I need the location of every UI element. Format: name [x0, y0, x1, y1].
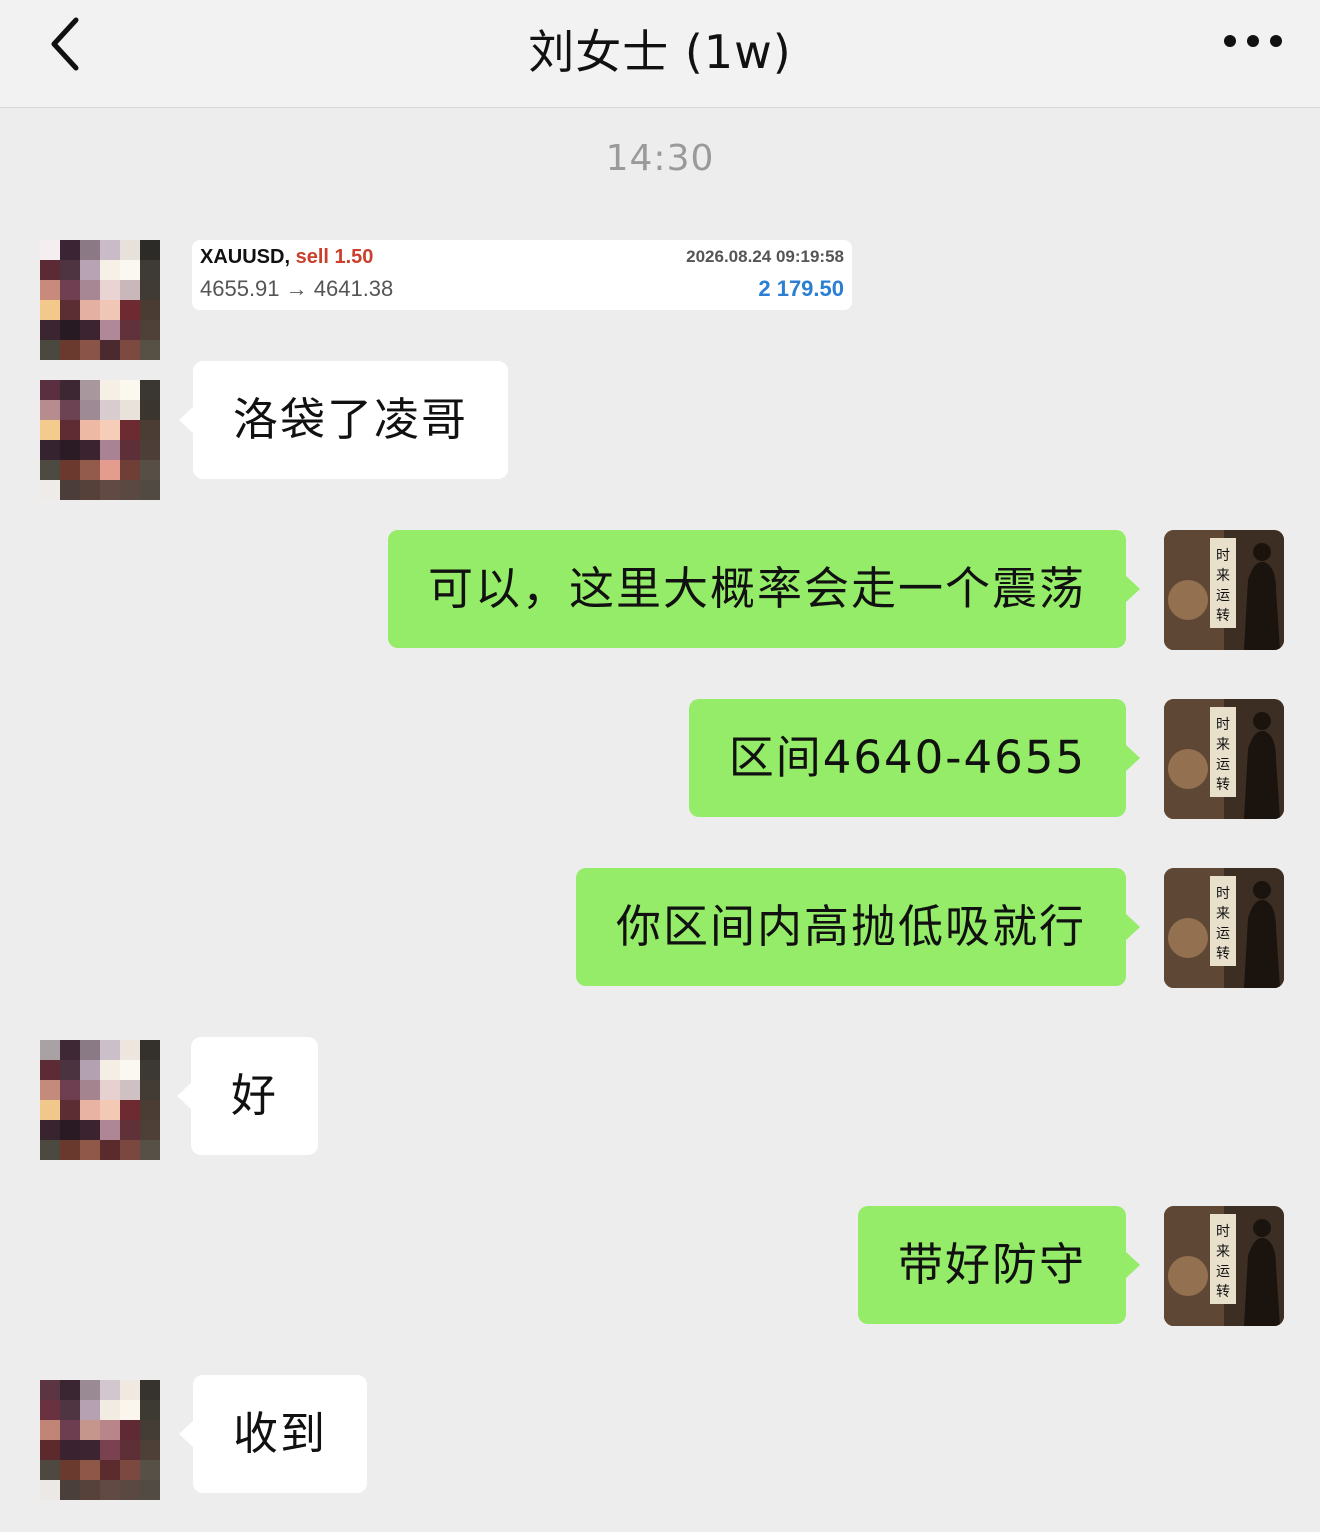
svg-text:转: 转 [1216, 777, 1230, 793]
trade-profit: 2 179.50 [758, 276, 844, 301]
svg-text:时: 时 [1216, 1224, 1230, 1240]
svg-text:转: 转 [1216, 608, 1230, 624]
chat-title: 刘女士 (1w) [528, 25, 792, 79]
trade-datetime: 2026.08.24 09:19:58 [686, 247, 844, 266]
my-avatar[interactable]: 时 来 运 转 [1164, 1206, 1284, 1326]
more-options-button[interactable] [1218, 28, 1288, 56]
svg-text:时: 时 [1216, 548, 1230, 564]
svg-text:运: 运 [1216, 926, 1230, 942]
trade-side: sell 1.50 [295, 246, 374, 268]
incoming-message[interactable]: 洛袋了凌哥 [178, 361, 509, 479]
outgoing-message[interactable]: 可以，这里大概率会走一个震荡 [387, 530, 1141, 648]
my-avatar[interactable]: 时 来 运 转 [1164, 868, 1284, 988]
my-avatar[interactable]: 时 来 运 转 [1164, 699, 1284, 819]
outgoing-message[interactable]: 带好防守 [857, 1206, 1141, 1324]
svg-text:转: 转 [1216, 946, 1230, 962]
my-avatar[interactable]: 时 来 运 转 [1164, 530, 1284, 650]
svg-text:运: 运 [1216, 1264, 1230, 1280]
chat-header: 刘女士 (1w) [0, 0, 1320, 108]
message-timestamp: 14:30 [605, 138, 715, 179]
outgoing-message[interactable]: 区间4640-4655 [688, 699, 1141, 817]
trade-symbol: XAUUSD, sell 1.50 [200, 246, 374, 268]
svg-text:来: 来 [1216, 1244, 1230, 1260]
contact-avatar[interactable] [40, 1040, 160, 1160]
svg-text:转: 转 [1216, 1284, 1230, 1300]
more-dots-icon [1224, 35, 1236, 47]
my-avatar-image: 时 来 运 转 [1164, 1206, 1284, 1326]
svg-text:运: 运 [1216, 588, 1230, 604]
incoming-message[interactable]: 好 [176, 1037, 319, 1155]
svg-text:时: 时 [1216, 717, 1230, 733]
contact-avatar[interactable] [40, 380, 160, 500]
svg-text:来: 来 [1216, 568, 1230, 584]
svg-text:来: 来 [1216, 737, 1230, 753]
my-avatar-image: 时 来 运 转 [1164, 868, 1284, 988]
trade-card[interactable]: XAUUSD, sell 1.50 2026.08.24 09:19:58 46… [192, 240, 852, 310]
incoming-message[interactable]: 收到 [178, 1375, 368, 1493]
my-avatar-image: 时 来 运 转 [1164, 530, 1284, 650]
outgoing-message[interactable]: 你区间内高抛低吸就行 [575, 868, 1141, 986]
contact-avatar[interactable] [40, 240, 160, 360]
my-avatar-image: 时 来 运 转 [1164, 699, 1284, 819]
chat-window: 刘女士 (1w) 14:30 XAUUSD, sell 1.50 2026.08… [0, 0, 1320, 1532]
trade-prices: 4655.91 → 4641.38 [200, 276, 394, 301]
svg-text:运: 运 [1216, 757, 1230, 773]
svg-text:来: 来 [1216, 906, 1230, 922]
contact-avatar[interactable] [40, 1380, 160, 1500]
svg-text:时: 时 [1216, 886, 1230, 902]
